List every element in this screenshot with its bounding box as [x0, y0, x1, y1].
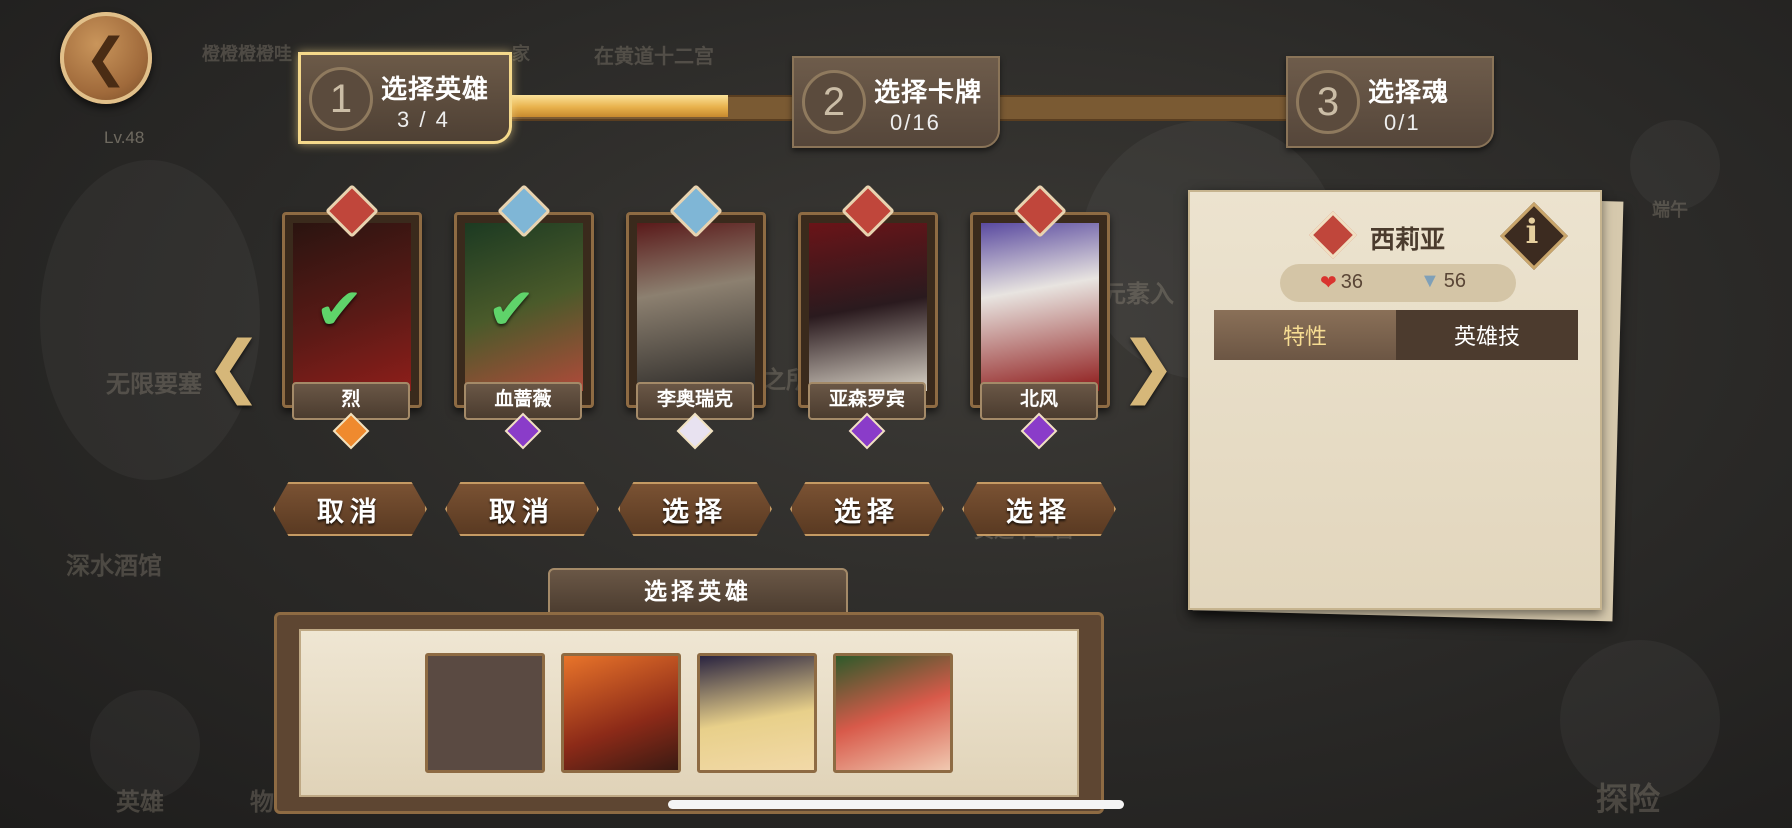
heart-icon: ❤: [1320, 272, 1337, 294]
speed-value: 56: [1443, 270, 1467, 292]
selected-hero-slot[interactable]: [561, 653, 681, 773]
selected-check-icon: ✔: [315, 277, 364, 342]
bg-castle: [40, 160, 260, 480]
home-indicator[interactable]: [668, 800, 1124, 809]
bg-nav-label: 探险: [1596, 781, 1661, 817]
prev-page-arrow[interactable]: ❮: [205, 326, 263, 406]
stats-bar: ❤ 36 ▼ 56: [1280, 264, 1516, 302]
bg-area-label: 无限要塞: [106, 371, 202, 398]
bg-area-label: 深水酒馆: [66, 553, 162, 580]
selected-check-icon: ✔: [487, 277, 536, 342]
tab-hero-skill[interactable]: 英雄技: [1396, 310, 1578, 360]
hero-portrait: [637, 223, 755, 391]
player-level: Lv.48: [104, 128, 145, 147]
bg-nav-label: 英雄: [116, 789, 164, 816]
cancel-button[interactable]: 取消: [273, 482, 427, 536]
detail-tabs: 特性 英雄技: [1214, 310, 1578, 360]
hero-portrait-frame: [626, 212, 766, 408]
step-select-soul[interactable]: 3 选择魂 0/1: [1286, 56, 1494, 148]
detail-hero-name: 西莉亚: [1370, 226, 1446, 254]
speed-stat: ▼ 56: [1420, 270, 1466, 293]
bg-nav-label: 物: [250, 789, 274, 816]
hero-portrait-frame: [970, 212, 1110, 408]
bg-player-name: 橙橙橙橙哇: [202, 44, 292, 64]
info-icon: i: [1525, 212, 1539, 252]
step-count: 0/1: [1384, 110, 1421, 135]
step-progress-fill: [500, 95, 728, 117]
chevron-right-icon: ❯: [1119, 327, 1177, 404]
selected-heroes-tray: [274, 612, 1104, 814]
step-title: 选择魂: [1368, 77, 1450, 107]
empty-hero-slot[interactable]: [425, 653, 545, 773]
hero-card[interactable]: ✔ 血蔷薇: [454, 184, 594, 452]
hero-portrait-frame: ✔: [282, 212, 422, 408]
hero-card[interactable]: ✔ 烈: [282, 184, 422, 452]
selected-hero-slot[interactable]: [833, 653, 953, 773]
hero-portrait-frame: ✔: [454, 212, 594, 408]
chevron-left-icon: ❮: [205, 327, 263, 404]
hp-value: 36: [1340, 271, 1364, 293]
hp-stat: ❤ 36: [1320, 270, 1363, 295]
hero-portrait: [981, 223, 1099, 391]
boot-icon: ▼: [1420, 270, 1440, 292]
selected-hero-slot[interactable]: [697, 653, 817, 773]
step-select-hero[interactable]: 1 选择英雄 3 / 4: [298, 52, 512, 144]
back-arrow-icon: ❮: [84, 29, 128, 87]
hero-card[interactable]: 北风: [970, 184, 1110, 452]
hero-detail-panel: 西莉亚 i ❤ 36 ▼ 56 特性 英雄技: [1188, 190, 1602, 610]
hero-portrait-frame: [798, 212, 938, 408]
select-button[interactable]: 选择: [790, 482, 944, 536]
tray-inner: [299, 629, 1079, 797]
cancel-button[interactable]: 取消: [445, 482, 599, 536]
step-number: 2: [802, 70, 866, 134]
hero-card[interactable]: 亚森罗宾: [798, 184, 938, 452]
step-title: 选择英雄: [381, 74, 490, 104]
step-count: 3 / 4: [397, 107, 450, 132]
next-page-arrow[interactable]: ❯: [1119, 326, 1177, 406]
step-select-card[interactable]: 2 选择卡牌 0/16: [792, 56, 1000, 148]
select-button[interactable]: 选择: [618, 482, 772, 536]
tab-traits[interactable]: 特性: [1214, 310, 1396, 360]
bg-area-label: 元素入: [1102, 281, 1174, 308]
step-count: 0/16: [890, 110, 941, 135]
step-number: 1: [309, 67, 373, 131]
bg-banner-text: 在黄道十二宫: [594, 46, 714, 68]
class-badge-sword-icon: [1308, 210, 1358, 260]
bg-banner-prefix: 家: [512, 44, 530, 64]
hero-card[interactable]: 李奥瑞克: [626, 184, 766, 452]
step-number: 3: [1296, 70, 1360, 134]
select-button[interactable]: 选择: [962, 482, 1116, 536]
selected-heroes-title: 选择英雄: [548, 568, 848, 616]
step-title: 选择卡牌: [874, 77, 983, 107]
bg-event-label: 端午: [1652, 200, 1688, 220]
hero-portrait: [809, 223, 927, 391]
back-button[interactable]: ❮: [60, 12, 152, 104]
